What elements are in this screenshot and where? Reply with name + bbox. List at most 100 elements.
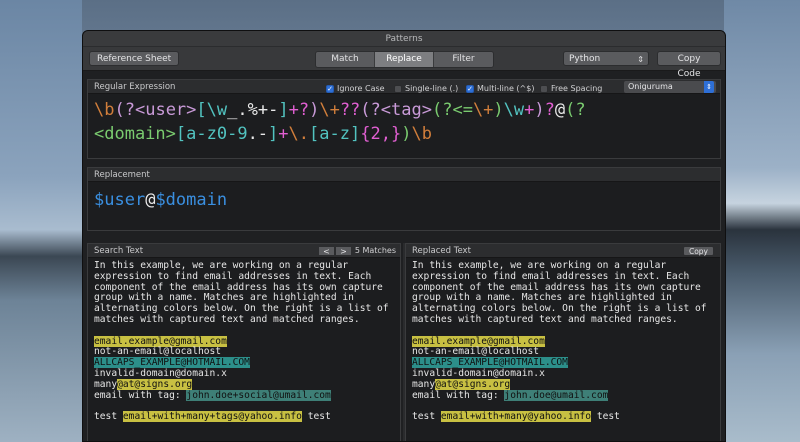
syntax-token: ) xyxy=(401,124,412,144)
syntax-token: ) xyxy=(493,100,504,120)
replaced-text-header: Replaced Text Copy xyxy=(406,244,720,258)
previous-match-button[interactable]: < xyxy=(318,246,335,256)
syntax-token: > xyxy=(186,100,197,120)
replaced-text-pane: Replaced Text Copy In this example, we a… xyxy=(405,243,721,441)
chevron-updown-icon: ⇕ xyxy=(704,81,714,93)
next-match-button[interactable]: > xyxy=(335,246,352,256)
window-title: Patterns xyxy=(83,31,725,47)
syntax-token: ) xyxy=(534,100,545,120)
syntax-token: <domain> xyxy=(94,124,176,144)
option-multi-line[interactable]: ✓ Multi-line (^$) xyxy=(466,82,534,96)
syntax-token: {2,} xyxy=(360,124,402,144)
language-select[interactable]: Python ⇕ xyxy=(563,51,649,66)
syntax-token: \b xyxy=(411,124,432,144)
syntax-token: ] xyxy=(350,124,361,144)
option-free-spacing[interactable]: Free Spacing xyxy=(540,82,602,96)
regex-input[interactable]: \b(?<user>[\w_.%+-]+?)\+??(?<tag>(?<=\+)… xyxy=(88,94,720,158)
text-segment: not-an-email@localhost xyxy=(94,346,222,358)
checkbox-unchecked-icon xyxy=(394,85,402,93)
desktop-background-right xyxy=(724,0,800,442)
syntax-token: .- xyxy=(247,124,269,144)
option-single-line[interactable]: Single-line (.) xyxy=(394,82,458,96)
syntax-token: + xyxy=(524,100,535,120)
search-text-pane: Search Text < > 5 Matches In this exampl… xyxy=(87,243,401,441)
text-segment: test xyxy=(94,411,123,423)
text-line: test email+with+many+tags@yahoo.info tes… xyxy=(94,411,394,423)
match-highlight: john.doe+social@umail.com xyxy=(186,389,331,401)
syntax-token: (?<= xyxy=(431,100,473,120)
syntax-token: [ xyxy=(196,100,207,120)
replacement-panel: Replacement $user@$domain xyxy=(87,167,721,231)
syntax-token: \b xyxy=(94,100,115,120)
syntax-token: \w xyxy=(206,100,228,120)
text-segment: test xyxy=(591,411,620,423)
syntax-token: ] xyxy=(278,100,289,120)
syntax-token: \. xyxy=(288,124,310,144)
syntax-token: $domain xyxy=(155,190,228,210)
syntax-token: @ xyxy=(145,190,156,210)
text-line: email with tag: john.doe+social@umail.co… xyxy=(94,389,394,402)
option-single-line-label: Single-line (.) xyxy=(405,84,459,93)
text-segment: test xyxy=(412,411,441,423)
text-segment: not-an-email@localhost xyxy=(412,346,540,358)
regex-header-label: Regular Expression xyxy=(94,82,176,92)
syntax-token: > xyxy=(421,100,432,120)
match-navigation: < > xyxy=(318,246,352,256)
text-line: matches with captured text and matched r… xyxy=(94,313,360,325)
tab-filter[interactable]: Filter xyxy=(434,52,493,67)
syntax-token: tag xyxy=(391,100,422,120)
replacement-pattern: $user@$domain xyxy=(94,188,714,212)
match-highlight: email+with+many@yahoo.info xyxy=(440,411,592,423)
syntax-token: ?? xyxy=(339,100,361,120)
match-highlight: email+with+many+tags@yahoo.info xyxy=(122,411,302,423)
syntax-token: \+ xyxy=(319,100,340,120)
option-ignore-case-label: Ignore Case xyxy=(337,84,385,93)
syntax-token: ? xyxy=(544,100,555,120)
match-count: 5 Matches xyxy=(354,246,396,255)
syntax-token: + xyxy=(278,124,289,144)
text-line: test email+with+many@yahoo.info test xyxy=(412,411,714,423)
tab-replace[interactable]: Replace xyxy=(375,52,434,67)
copy-button[interactable]: Copy xyxy=(682,246,714,256)
syntax-token: ) xyxy=(309,100,320,120)
text-segment: invalid-domain@domain.x xyxy=(94,367,227,379)
syntax-token: \+ xyxy=(472,100,494,120)
replacement-header: Replacement xyxy=(88,168,720,182)
text-segment: invalid-domain@domain.x xyxy=(412,367,545,379)
tab-match[interactable]: Match xyxy=(316,52,375,67)
text-line: matches with captured text and matched r… xyxy=(412,313,678,325)
copy-code-button[interactable]: Copy Code xyxy=(657,51,721,79)
regex-header: Regular Expression ✓ Ignore Case Single-… xyxy=(88,80,720,94)
checkbox-checked-icon: ✓ xyxy=(466,85,474,93)
checkbox-checked-icon: ✓ xyxy=(326,85,334,93)
text-segment: many xyxy=(412,378,436,390)
match-highlight: email.example@gmail.com xyxy=(94,335,227,347)
syntax-token: _.%+- xyxy=(227,100,279,120)
toolbar: Reference Sheet Match Replace Filter Pyt… xyxy=(83,47,725,79)
mode-segmented-control: Match Replace Filter xyxy=(315,51,494,68)
search-text-header: Search Text < > 5 Matches xyxy=(88,244,400,258)
engine-select[interactable]: Oniguruma ⇕ xyxy=(624,81,716,93)
option-ignore-case[interactable]: ✓ Ignore Case xyxy=(326,82,385,96)
text-line: email with tag: john.doe@umail.com xyxy=(412,389,714,402)
syntax-token: a-z0-9 xyxy=(186,124,248,144)
text-line: expression to find email addresses in te… xyxy=(412,270,690,282)
regex-line-1: \b(?<user>[\w_.%+-]+?)\+??(?<tag>(?<=\+)… xyxy=(94,98,714,122)
syntax-token: ?< xyxy=(124,100,146,120)
match-highlight: ALLCAPS_EXAMPLE@HOTMAIL.COM xyxy=(94,357,250,369)
reference-sheet-button[interactable]: Reference Sheet xyxy=(89,51,180,66)
syntax-token: (? xyxy=(565,100,586,120)
chevron-updown-icon: ⇕ xyxy=(637,55,644,64)
match-highlight: email.example@gmail.com xyxy=(412,335,545,347)
syntax-token: user xyxy=(145,100,187,120)
regex-line-2: <domain>[a-z0-9.-]+\.[a-z]{2,})\b xyxy=(94,122,714,146)
text-segment: test xyxy=(301,411,331,423)
text-line: expression to find email addresses in te… xyxy=(94,270,372,282)
match-highlight: ALLCAPS_EXAMPLE@HOTMAIL.COM xyxy=(412,357,568,369)
match-highlight: john.doe@umail.com xyxy=(504,389,609,401)
syntax-token: \w xyxy=(503,100,525,120)
search-text-input[interactable]: In this example, we are working on a reg… xyxy=(88,258,400,426)
replacement-input[interactable]: $user@$domain xyxy=(88,182,720,230)
regex-panel: Regular Expression ✓ Ignore Case Single-… xyxy=(87,79,721,159)
